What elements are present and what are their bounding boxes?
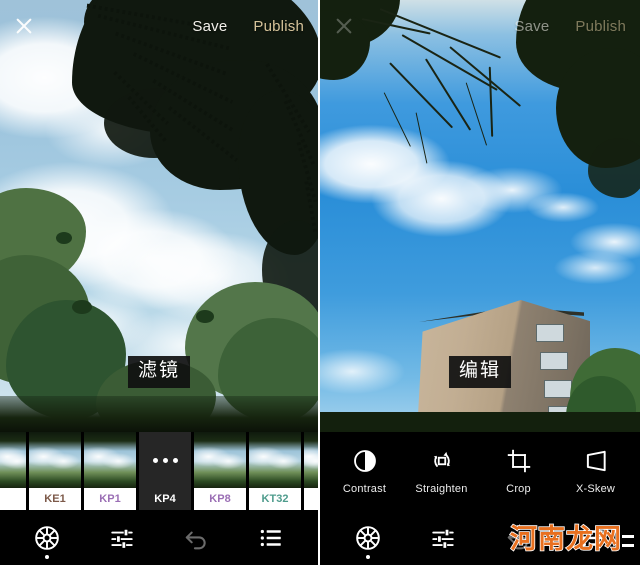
panel-caption-edit: 编辑 — [448, 356, 512, 388]
edit-tool-label: Contrast — [342, 482, 387, 495]
close-icon[interactable] — [334, 16, 354, 36]
panel-caption-filter: 滤镜 — [127, 356, 191, 388]
contrast-icon — [353, 449, 376, 472]
foliage-canopy — [588, 138, 640, 198]
edit-tool-crop[interactable]: Crop — [483, 448, 555, 495]
building-window — [540, 352, 568, 370]
filter-thumbnail — [29, 432, 81, 488]
edit-topbar: Save Publish — [320, 0, 640, 52]
filter-item-kp8[interactable]: KP8 — [194, 432, 246, 510]
crop-icon — [507, 449, 530, 472]
filter-label: KP4 — [139, 488, 191, 510]
adjust-sliders-icon — [431, 528, 454, 549]
leaf-speck — [72, 300, 92, 314]
leaf-speck — [56, 232, 72, 244]
filter-thumbnail — [84, 432, 136, 488]
watermark-tail-glyph — [622, 531, 634, 549]
filter-thumbnail — [304, 432, 318, 488]
undo-icon — [186, 531, 206, 549]
filter-thumbnail — [194, 432, 246, 488]
filter-photo-preview[interactable]: Save Publish 滤镜 — [0, 0, 318, 432]
publish-button[interactable]: Publish — [575, 18, 626, 35]
nav-list-button[interactable] — [248, 518, 294, 558]
edit-tool-label: Crop — [506, 482, 531, 495]
filter-item-kt32[interactable]: KT32 — [249, 432, 301, 510]
ground-shadow — [320, 412, 640, 432]
filter-label: KE1 — [29, 488, 81, 510]
nav-filter-wheel-button[interactable] — [345, 518, 391, 559]
edit-tool-straighten[interactable]: Straighten — [406, 448, 478, 495]
filter-item-partial-right[interactable] — [304, 432, 318, 510]
adjust-sliders-icon — [111, 528, 133, 549]
filter-thumbnail — [249, 432, 301, 488]
filter-label — [304, 488, 318, 510]
building-window — [544, 380, 572, 398]
filter-label: KP8 — [194, 488, 246, 510]
straighten-icon — [433, 451, 450, 467]
nav-undo-button[interactable] — [173, 518, 219, 558]
filter-label: KP1 — [84, 488, 136, 510]
save-button[interactable]: Save — [192, 18, 227, 35]
nav-adjust-button[interactable] — [99, 518, 145, 558]
filter-thumbnail-selected — [139, 432, 191, 488]
edit-tool-contrast[interactable]: Contrast — [329, 448, 401, 495]
nav-adjust-button[interactable] — [420, 518, 466, 558]
active-indicator-dot — [45, 554, 50, 559]
screenshot-root: Save Publish 滤镜 KE1 KP1 KP4 KP8 KT32 Sav… — [0, 0, 640, 565]
filter-item-kp1[interactable]: KP1 — [84, 432, 136, 510]
edit-panel: Save Publish 编辑 Contrast Straighten Crop… — [320, 0, 640, 565]
filter-item-partial-left[interactable] — [0, 432, 26, 510]
edit-tool-label: X-Skew — [575, 482, 616, 495]
edit-tool-x-skew[interactable]: X-Skew — [560, 448, 632, 495]
filter-label: KT32 — [249, 488, 301, 510]
close-icon[interactable] — [14, 16, 34, 36]
bottom-nav-filter — [0, 510, 318, 565]
filter-label — [0, 488, 26, 510]
site-watermark: 河南龙网 — [509, 524, 634, 555]
filter-thumbnail-strip[interactable]: KE1 KP1 KP4 KP8 KT32 — [0, 432, 318, 510]
filter-panel: Save Publish 滤镜 KE1 KP1 KP4 KP8 KT32 — [0, 0, 320, 565]
edit-tool-label: Straighten — [415, 482, 468, 495]
filter-wheel-icon — [355, 525, 380, 550]
nav-filter-wheel-button[interactable] — [24, 518, 70, 559]
filter-thumbnail — [0, 432, 26, 488]
filter-item-ke1[interactable]: KE1 — [29, 432, 81, 510]
watermark-text: 河南龙网 — [509, 524, 622, 555]
edit-tools-row: Contrast Straighten Crop X-Skew — [320, 432, 640, 510]
filter-item-kp4-selected[interactable]: KP4 — [139, 432, 191, 510]
save-button[interactable]: Save — [514, 18, 549, 35]
filter-topbar: Save Publish — [0, 0, 318, 52]
building-window — [536, 324, 564, 342]
active-indicator-dot — [365, 554, 370, 559]
publish-button[interactable]: Publish — [253, 18, 304, 35]
ground-shadow — [0, 396, 318, 432]
edit-photo-preview[interactable]: Save Publish 编辑 — [320, 0, 640, 432]
filter-wheel-icon — [35, 525, 60, 550]
x-skew-icon — [586, 450, 606, 471]
leaf-speck — [196, 310, 214, 323]
list-icon — [260, 529, 281, 546]
three-dots-icon[interactable] — [152, 457, 178, 463]
